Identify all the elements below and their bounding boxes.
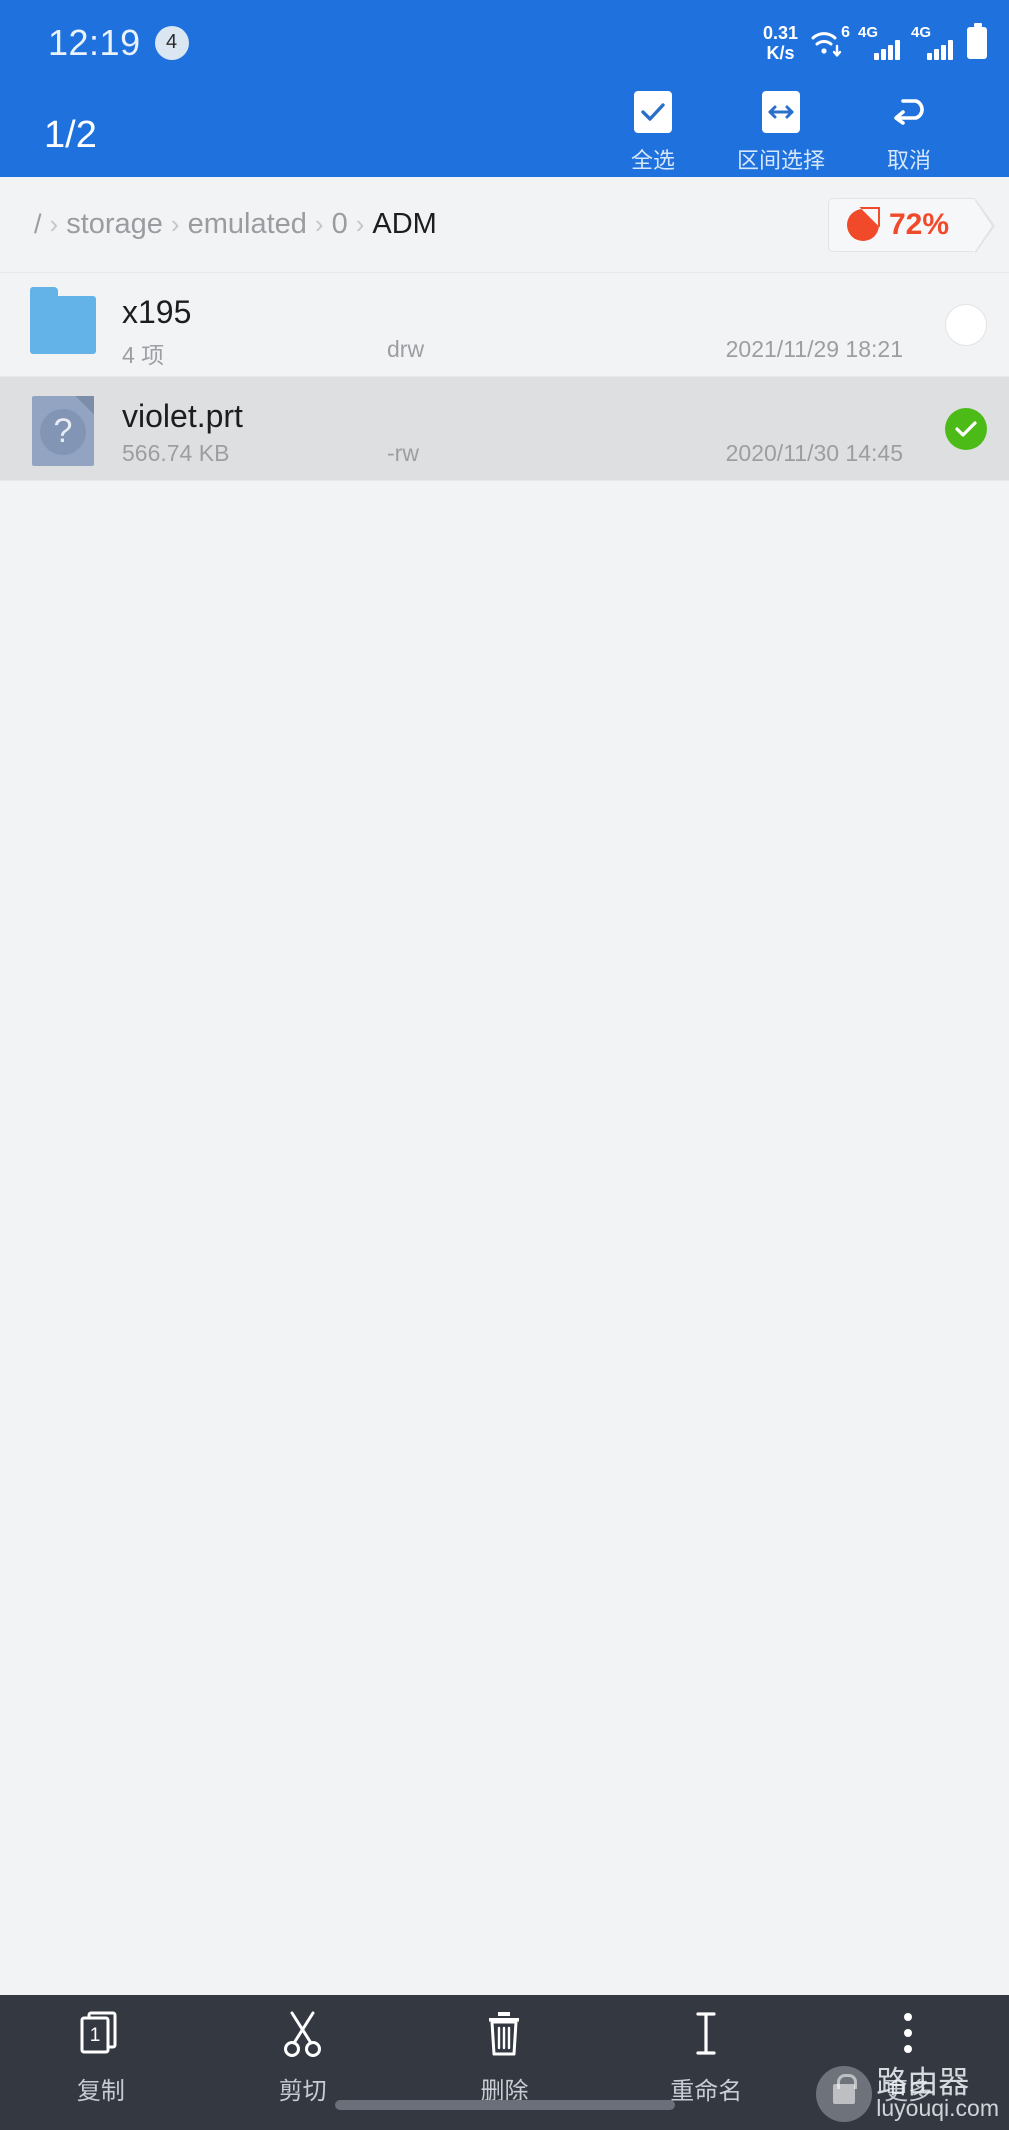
cut-button[interactable]: 剪切 [202,1995,404,2106]
copy-stack-icon: 1 [78,2008,124,2060]
file-info: x195 4 项 drw 2021/11/29 18:21 [122,288,911,368]
sim2-signal-bars [927,38,953,60]
bottom-action-bar: 1 复制 剪切 删除 重命名 更多 路由器 luyouqi.com [0,1995,1009,2130]
network-speed-unit: K/s [766,42,795,63]
file-date: 2021/11/29 18:21 [725,335,903,362]
folder-icon [26,286,100,362]
file-name: x195 [122,293,192,330]
selection-counter: 1/2 [44,113,97,156]
cut-label: 剪切 [278,2078,327,2105]
file-list: x195 4 项 drw 2021/11/29 18:21 ? violet.p… [0,273,1009,1995]
file-permissions: drw [387,335,425,362]
copy-button[interactable]: 1 复制 [0,1995,202,2106]
left-right-arrow-icon [760,91,802,133]
more-label: 更多 [884,2078,933,2105]
network-speed-value: 0.31 [762,22,798,43]
navigation-home-indicator[interactable] [334,2100,675,2110]
selection-action-bar: 1/2 全选 区间选择 取消 [0,85,1009,177]
text-cursor-icon [683,2008,729,2060]
sim2-signal-icon: 4G [911,24,953,60]
wifi-generation-label: 6 [841,23,850,41]
cancel-label: 取消 [886,148,931,173]
chevron-right-icon: › [49,209,59,239]
pie-chart-icon [846,208,879,241]
file-name: violet.prt [122,397,243,434]
undo-arrow-icon [888,91,930,133]
network-speed-indicator: 0.31 K/s [763,23,798,63]
chevron-right-icon: › [314,209,324,239]
select-all-button[interactable]: 全选 [589,85,717,175]
battery-icon [967,22,987,59]
storage-usage-percent: 72% [888,207,949,241]
wifi-icon: 6 [809,23,850,60]
row-checkbox-checked[interactable] [945,407,987,450]
vertical-dots-icon [885,2008,931,2060]
notification-count-badge: 4 [154,25,189,60]
status-clock: 12:19 [48,21,141,63]
sim1-signal-bars [874,38,900,60]
table-row[interactable]: ? violet.prt 566.74 KB -rw 2020/11/30 14… [0,377,1009,480]
file-permissions: -rw [387,439,419,466]
breadcrumb: / › storage › emulated › 0 › ADM [34,208,828,241]
unknown-file-icon: ? [26,392,100,466]
breadcrumb-root[interactable]: / [34,209,42,240]
status-bar: 12:19 4 0.31 K/s 6 4G 4G [0,0,1009,85]
svg-text:1: 1 [90,2025,101,2046]
chevron-right-icon: › [170,209,180,239]
range-select-label: 区间选择 [736,148,825,173]
list-divider [0,480,1009,481]
delete-button[interactable]: 删除 [404,1995,606,2106]
file-info: violet.prt 566.74 KB -rw 2020/11/30 14:4… [122,392,911,466]
scissors-icon [280,2008,326,2060]
chevron-right-icon: › [355,209,365,239]
rename-label: 重命名 [670,2078,743,2105]
storage-usage-badge[interactable]: 72% [827,197,996,254]
breadcrumb-item-storage[interactable]: storage [66,208,163,241]
select-all-label: 全选 [630,148,675,173]
table-row[interactable]: x195 4 项 drw 2021/11/29 18:21 [0,273,1009,376]
breadcrumb-item-adm[interactable]: ADM [372,208,436,241]
breadcrumb-bar: / › storage › emulated › 0 › ADM 72% [0,177,1009,273]
breadcrumb-item-0[interactable]: 0 [332,208,348,241]
row-checkbox-unchecked[interactable] [945,303,987,346]
trash-icon [481,2008,527,2060]
sim1-signal-icon: 4G [858,24,900,60]
rename-button[interactable]: 重命名 [605,1995,807,2106]
more-button[interactable]: 更多 [807,1995,1009,2106]
file-size: 566.74 KB [122,439,230,466]
range-select-button[interactable]: 区间选择 [717,85,845,175]
copy-label: 复制 [76,2078,125,2105]
status-bar-icons: 0.31 K/s 6 4G 4G [763,22,987,63]
file-size: 4 项 [122,341,165,368]
breadcrumb-item-emulated[interactable]: emulated [188,208,307,241]
file-date: 2020/11/30 14:45 [725,439,903,466]
cancel-button[interactable]: 取消 [845,85,973,175]
file-manager-screen: 12:19 4 0.31 K/s 6 4G 4G 1/2 全选 区间选择 取消 … [0,0,1009,2130]
check-icon [632,91,674,133]
